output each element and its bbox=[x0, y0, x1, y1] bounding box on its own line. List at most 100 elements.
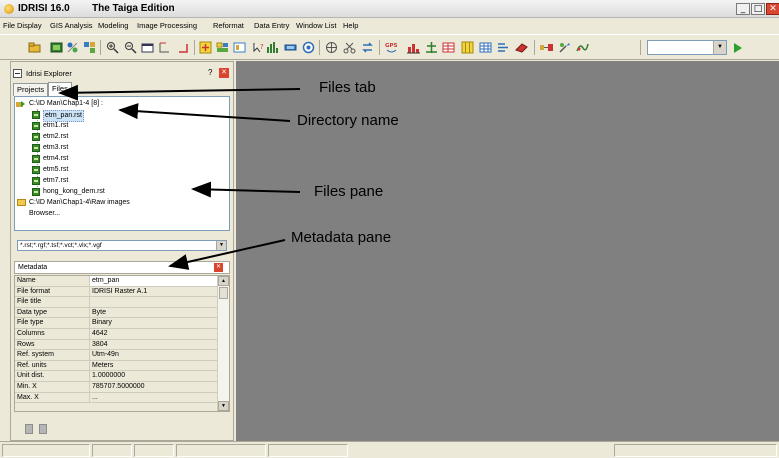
metadata-value[interactable]: 4642 bbox=[89, 329, 217, 339]
table-row[interactable]: File format IDRISI Raster A.1 bbox=[15, 286, 217, 298]
metadata-value[interactable]: IDRISI Raster A.1 bbox=[89, 286, 217, 297]
list-item[interactable]: etm3.rst bbox=[15, 143, 215, 153]
menu-data-entry[interactable]: Data Entry bbox=[254, 21, 289, 30]
display-icon[interactable] bbox=[50, 41, 63, 54]
close-icon[interactable]: ✕ bbox=[214, 263, 223, 272]
metadata-value[interactable]: 3804 bbox=[89, 339, 217, 350]
eraser-icon[interactable] bbox=[515, 41, 528, 54]
list-item[interactable]: etm2.rst bbox=[15, 132, 215, 142]
chevron-up-icon[interactable]: ▲ bbox=[218, 276, 229, 286]
brush-icon[interactable] bbox=[558, 41, 571, 54]
composer-icon[interactable] bbox=[66, 41, 79, 54]
annotation-files-tab: Files tab bbox=[319, 79, 376, 96]
menu-file[interactable]: File bbox=[3, 21, 15, 30]
metadata-revert-button[interactable] bbox=[39, 424, 47, 434]
palette-icon[interactable] bbox=[284, 41, 297, 54]
settings-icon[interactable] bbox=[302, 41, 315, 54]
help-cursor-icon[interactable]: ? bbox=[252, 41, 265, 54]
metadata-scrollbar[interactable]: ▲ ▼ bbox=[217, 276, 229, 411]
metadata-save-button[interactable] bbox=[25, 424, 33, 434]
list-item[interactable]: etm5.rst bbox=[15, 165, 215, 175]
table-row[interactable]: Data type Byte bbox=[15, 307, 217, 319]
tab-projects[interactable]: Projects bbox=[13, 83, 48, 96]
close-button[interactable]: ✕ bbox=[766, 3, 779, 15]
gps-icon[interactable]: GPS bbox=[385, 41, 398, 54]
table-row[interactable]: Max. X... bbox=[15, 392, 217, 404]
help-icon[interactable]: ? bbox=[208, 68, 212, 77]
table-row[interactable]: Unit dist. 1.0000000 bbox=[15, 371, 217, 382]
metadata-value[interactable]: Utm-49n bbox=[89, 350, 217, 360]
metadata-value[interactable] bbox=[89, 297, 217, 307]
chevron-down-icon[interactable]: ▼ bbox=[216, 241, 226, 250]
query-icon[interactable] bbox=[158, 41, 171, 54]
pipeline-icon[interactable] bbox=[540, 41, 553, 54]
macro-combo-box[interactable]: ▼ bbox=[647, 40, 727, 55]
layer-add-icon[interactable] bbox=[199, 41, 212, 54]
chevron-down-icon[interactable]: ▼ bbox=[218, 401, 229, 411]
scroll-thumb[interactable] bbox=[219, 287, 228, 299]
database-icon[interactable] bbox=[479, 41, 492, 54]
directory-node[interactable]: C:\ID Man\Chap1-4\Raw images bbox=[15, 198, 215, 208]
metadata-value[interactable]: etm_pan bbox=[89, 276, 217, 286]
chart-icon[interactable] bbox=[407, 41, 420, 54]
metadata-value[interactable]: 1.0000000 bbox=[89, 371, 217, 381]
table-row[interactable]: Min. X 785707.5000000 bbox=[15, 382, 217, 393]
scale-icon[interactable] bbox=[425, 41, 438, 54]
directory-node[interactable]: C:\ID Man\Chap1-4 [8] : bbox=[15, 99, 215, 109]
files-pane: C:\ID Man\Chap1-4 [8] : etm_pan.rst etm1… bbox=[14, 96, 230, 231]
zoom-out-icon[interactable] bbox=[124, 41, 137, 54]
play-icon[interactable] bbox=[734, 43, 742, 53]
metadata-value[interactable]: 785707.5000000 bbox=[89, 382, 217, 392]
list-item[interactable]: hong_kong_dem.rst bbox=[15, 187, 215, 197]
raster-file-icon bbox=[32, 188, 40, 196]
menu-gis-analysis[interactable]: GIS Analysis bbox=[50, 21, 93, 30]
app-edition: The Taiga Edition bbox=[92, 3, 175, 14]
table-row[interactable]: File type Binary bbox=[15, 318, 217, 329]
list-item[interactable]: etm7.rst bbox=[15, 176, 215, 186]
toolbar-separator bbox=[640, 40, 641, 55]
table-row[interactable]: Name etm_pan bbox=[15, 276, 217, 287]
chevron-down-icon[interactable]: ▼ bbox=[713, 41, 726, 54]
digitize-icon[interactable] bbox=[325, 41, 338, 54]
collapse-icon[interactable] bbox=[13, 69, 22, 78]
table-row[interactable]: Ref. system Utm-49n bbox=[15, 350, 217, 361]
browser-node[interactable]: Browser... bbox=[15, 209, 215, 219]
histogram-icon[interactable] bbox=[266, 41, 279, 54]
menu-help[interactable]: Help bbox=[343, 21, 358, 30]
table-row[interactable]: Columns 4642 bbox=[15, 329, 217, 340]
minimize-button[interactable]: _ bbox=[736, 3, 750, 15]
file-filter-select[interactable]: *.rst;*.rgf;*.tsf;*.vct;*.vlx;*.vgf ▼ bbox=[17, 240, 227, 251]
open-folder-icon[interactable] bbox=[28, 41, 41, 54]
view-icon[interactable] bbox=[233, 41, 246, 54]
layer-icon[interactable] bbox=[216, 41, 229, 54]
curve-icon[interactable] bbox=[576, 41, 589, 54]
list-item[interactable]: etm_pan.rst bbox=[15, 110, 215, 122]
tab-files[interactable]: Files bbox=[48, 82, 72, 96]
list-item[interactable]: etm4.rst bbox=[15, 154, 215, 164]
grid-icon[interactable] bbox=[461, 41, 474, 54]
table-row[interactable]: Ref. units Meters bbox=[15, 360, 217, 372]
zoom-in-icon[interactable] bbox=[106, 41, 119, 54]
table-row[interactable]: File title bbox=[15, 297, 217, 308]
list-item[interactable]: etm1.rst bbox=[15, 121, 215, 131]
table-row[interactable]: Rows 3804 bbox=[15, 339, 217, 351]
metadata-value[interactable]: Byte bbox=[89, 307, 217, 318]
table-icon[interactable] bbox=[442, 41, 455, 54]
metadata-value[interactable]: Meters bbox=[89, 360, 217, 371]
symbol-icon[interactable] bbox=[83, 41, 96, 54]
window-icon[interactable] bbox=[141, 41, 154, 54]
filter-value: *.rst;*.rgf;*.tsf;*.vct;*.vlx;*.vgf bbox=[20, 242, 102, 249]
maximize-button[interactable]: □ bbox=[751, 3, 765, 15]
metadata-value[interactable]: Binary bbox=[89, 318, 217, 328]
list-icon[interactable] bbox=[497, 41, 510, 54]
menu-window-list[interactable]: Window List bbox=[296, 21, 336, 30]
measure-icon[interactable] bbox=[176, 41, 189, 54]
menu-modeling[interactable]: Modeling bbox=[98, 21, 128, 30]
close-icon[interactable]: ✕ bbox=[219, 68, 229, 78]
metadata-value[interactable]: ... bbox=[89, 392, 217, 403]
flip-icon[interactable] bbox=[361, 41, 374, 54]
scissors-icon[interactable] bbox=[343, 41, 356, 54]
menu-image-processing[interactable]: Image Processing bbox=[137, 21, 197, 30]
menu-reformat[interactable]: Reformat bbox=[213, 21, 244, 30]
menu-display[interactable]: Display bbox=[17, 21, 42, 30]
